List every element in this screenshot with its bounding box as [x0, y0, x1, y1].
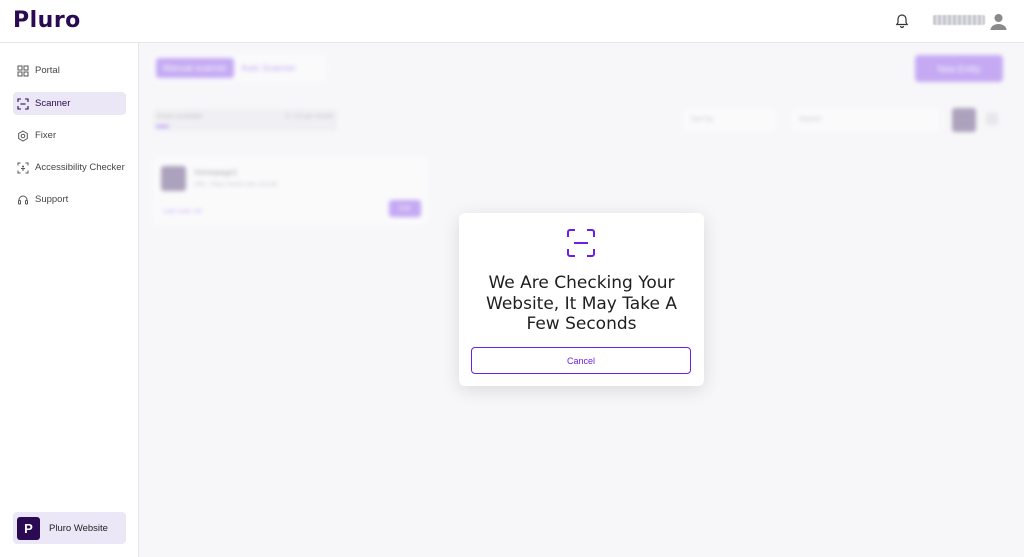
sidebar-item-label: Portal	[35, 65, 60, 76]
grid-icon	[17, 65, 29, 77]
site-name: Pluro Website	[49, 522, 108, 534]
scan-icon	[17, 97, 29, 110]
sidebar-item-fixer[interactable]: Fixer	[13, 124, 126, 147]
site-switcher[interactable]: P Pluro Website	[13, 512, 126, 544]
pluro-logo[interactable]: Pluro	[13, 8, 81, 33]
sidebar-item-label: Accessibility Checker	[35, 162, 125, 173]
headset-icon	[17, 194, 29, 206]
top-bar: Pluro	[0, 0, 1024, 43]
scan-icon	[566, 228, 596, 258]
modal-message: We Are Checking Your Website, It May Tak…	[486, 273, 677, 334]
sidebar: Portal Scanner Fixer Accessibility Check…	[0, 43, 139, 557]
sidebar-item-scanner[interactable]: Scanner	[13, 92, 126, 115]
user-icon[interactable]	[989, 12, 1008, 31]
sidebar-item-label: Scanner	[35, 98, 71, 109]
sidebar-item-support[interactable]: Support	[13, 188, 126, 211]
accessibility-icon	[17, 162, 29, 174]
sidebar-item-label: Fixer	[35, 130, 57, 141]
sidebar-item-label: Support	[35, 194, 69, 205]
checking-modal: We Are Checking Your Website, It May Tak…	[459, 213, 704, 386]
settings-icon	[17, 129, 29, 142]
sidebar-item-portal[interactable]: Portal	[13, 59, 126, 82]
sidebar-item-accessibility-checker[interactable]: Accessibility Checker	[13, 156, 126, 179]
username-text[interactable]	[933, 15, 985, 25]
cancel-button[interactable]: Cancel	[471, 347, 691, 374]
site-logo-icon: P	[17, 516, 40, 540]
bell-icon[interactable]	[894, 13, 910, 29]
